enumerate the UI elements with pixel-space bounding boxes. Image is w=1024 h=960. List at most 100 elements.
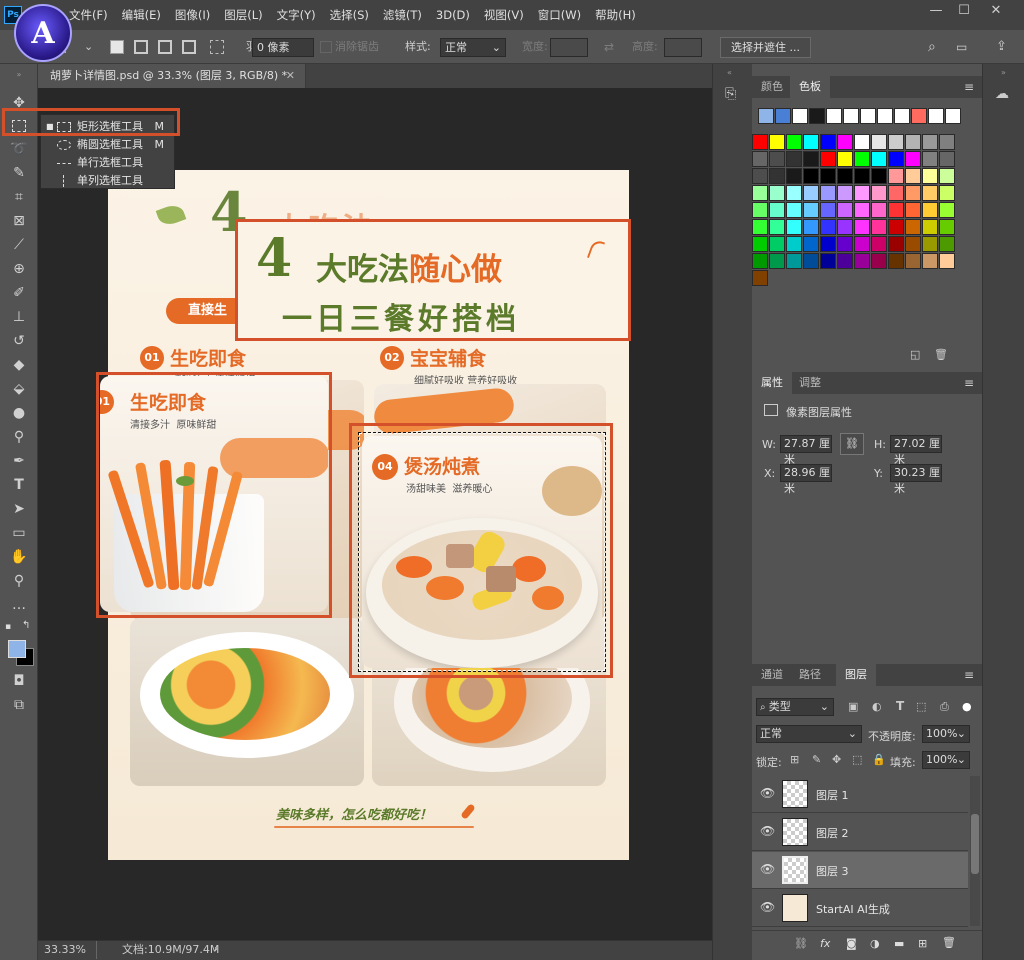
swatch[interactable]: [922, 168, 938, 184]
fx-icon[interactable]: fx: [820, 937, 830, 950]
new-swatch-group-icon[interactable]: ◱: [910, 348, 920, 361]
swatch[interactable]: [786, 219, 802, 235]
menu-filter[interactable]: 滤镜(T): [376, 7, 429, 23]
swatch[interactable]: [871, 202, 887, 218]
swatch[interactable]: [837, 151, 853, 167]
swatch[interactable]: [939, 134, 955, 150]
swatch[interactable]: [786, 236, 802, 252]
swatch[interactable]: [922, 134, 938, 150]
menu-window[interactable]: 窗口(W): [531, 7, 588, 23]
collapse-icon[interactable]: »: [1001, 68, 1006, 77]
swatch[interactable]: [803, 151, 819, 167]
swatch[interactable]: [820, 168, 836, 184]
swatch[interactable]: [888, 236, 904, 252]
filter-toggle-icon[interactable]: ●: [962, 700, 972, 713]
swatch[interactable]: [837, 168, 853, 184]
swatch[interactable]: [752, 185, 768, 201]
layer-filter-select[interactable]: ⌕ 类型 ⌄: [756, 698, 834, 716]
swatch[interactable]: [803, 219, 819, 235]
status-arrow-icon[interactable]: ›: [214, 941, 218, 959]
lock-all-icon[interactable]: 🔒: [872, 753, 886, 766]
menu-layer[interactable]: 图层(L): [217, 7, 269, 23]
swatch[interactable]: [888, 219, 904, 235]
cloud-libraries-icon[interactable]: ☁: [995, 86, 1009, 102]
subtract-selection-icon[interactable]: [158, 40, 172, 54]
swatch[interactable]: [769, 236, 785, 252]
swatch[interactable]: [786, 185, 802, 201]
close-tab-icon[interactable]: ✕: [286, 64, 295, 88]
tab-channels[interactable]: 通道: [752, 664, 792, 686]
intersect-selection-icon[interactable]: [182, 40, 196, 54]
hand-tool-icon[interactable]: ✋: [7, 546, 31, 568]
swatch[interactable]: [922, 151, 938, 167]
swatch[interactable]: [888, 185, 904, 201]
recent-swatch[interactable]: [775, 108, 791, 124]
swatch[interactable]: [803, 185, 819, 201]
recent-swatch[interactable]: [911, 108, 927, 124]
swatch[interactable]: [837, 202, 853, 218]
menu-help[interactable]: 帮助(H): [588, 7, 643, 23]
tab-properties[interactable]: 属性: [752, 372, 792, 394]
eyedropper-tool-icon[interactable]: ⟋: [7, 234, 31, 256]
swatch[interactable]: [922, 253, 938, 269]
flyout-ellipse-marquee[interactable]: 椭圆选框工具 M: [41, 136, 174, 154]
swatch[interactable]: [752, 236, 768, 252]
swatch[interactable]: [786, 202, 802, 218]
share-icon[interactable]: ⇪: [996, 30, 1007, 64]
swatch[interactable]: [769, 185, 785, 201]
swatch[interactable]: [769, 151, 785, 167]
swatch[interactable]: [803, 253, 819, 269]
swatch[interactable]: [752, 270, 768, 286]
swatch[interactable]: [769, 219, 785, 235]
workspace-icon[interactable]: ▭: [956, 30, 967, 64]
new-layer-icon[interactable]: ⊞: [918, 937, 927, 950]
search-icon[interactable]: ⌕: [928, 30, 936, 64]
swatch[interactable]: [905, 219, 921, 235]
swatch[interactable]: [871, 134, 887, 150]
sample-icon[interactable]: [210, 40, 224, 54]
swatch[interactable]: [905, 134, 921, 150]
frame-tool-icon[interactable]: ⊠: [7, 210, 31, 232]
fill-field[interactable]: 100% ⌄: [922, 751, 970, 769]
recent-swatch[interactable]: [792, 108, 808, 124]
swatch[interactable]: [854, 236, 870, 252]
opacity-field[interactable]: 100% ⌄: [922, 725, 970, 743]
paint-bucket-icon[interactable]: ⬙: [7, 378, 31, 400]
height-field[interactable]: 27.02 厘米: [890, 435, 942, 466]
swatch[interactable]: [752, 202, 768, 218]
swatch[interactable]: [820, 185, 836, 201]
layer-row[interactable]: 👁 图层 1: [752, 776, 968, 813]
recent-swatch[interactable]: [809, 108, 825, 124]
swatch[interactable]: [820, 236, 836, 252]
swatch[interactable]: [854, 134, 870, 150]
menu-select[interactable]: 选择(S): [323, 7, 376, 23]
screen-mode-icon[interactable]: ⧉: [7, 694, 31, 716]
y-field[interactable]: 30.23 厘米: [890, 464, 942, 495]
chevron-down-icon[interactable]: ⌄: [84, 30, 93, 64]
swatch[interactable]: [854, 185, 870, 201]
swatch[interactable]: [905, 168, 921, 184]
swatch[interactable]: [922, 219, 938, 235]
collapse-icon[interactable]: «: [727, 68, 732, 77]
document-tab[interactable]: 胡萝卜详情图.psd @ 33.3% (图层 3, RGB/8) * ✕: [38, 64, 306, 88]
swatch[interactable]: [803, 134, 819, 150]
menu-image[interactable]: 图像(I): [168, 7, 217, 23]
swatch[interactable]: [820, 134, 836, 150]
delete-layer-icon[interactable]: 🗑: [942, 936, 956, 949]
swatch[interactable]: [854, 219, 870, 235]
recent-swatch[interactable]: [928, 108, 944, 124]
recent-swatch[interactable]: [843, 108, 859, 124]
layer-row[interactable]: 👁 图层 2: [752, 814, 968, 851]
layer-row[interactable]: 👁 StartAI AI生成: [752, 890, 968, 927]
swatch[interactable]: [837, 134, 853, 150]
swatch[interactable]: [786, 168, 802, 184]
swatch[interactable]: [905, 185, 921, 201]
swatch[interactable]: [786, 134, 802, 150]
swatch[interactable]: [888, 253, 904, 269]
scrollbar-thumb[interactable]: [971, 814, 979, 874]
swatch[interactable]: [854, 151, 870, 167]
recent-swatch[interactable]: [945, 108, 961, 124]
menu-file[interactable]: 文件(F): [62, 7, 115, 23]
swatch[interactable]: [871, 151, 887, 167]
swatch[interactable]: [752, 151, 768, 167]
